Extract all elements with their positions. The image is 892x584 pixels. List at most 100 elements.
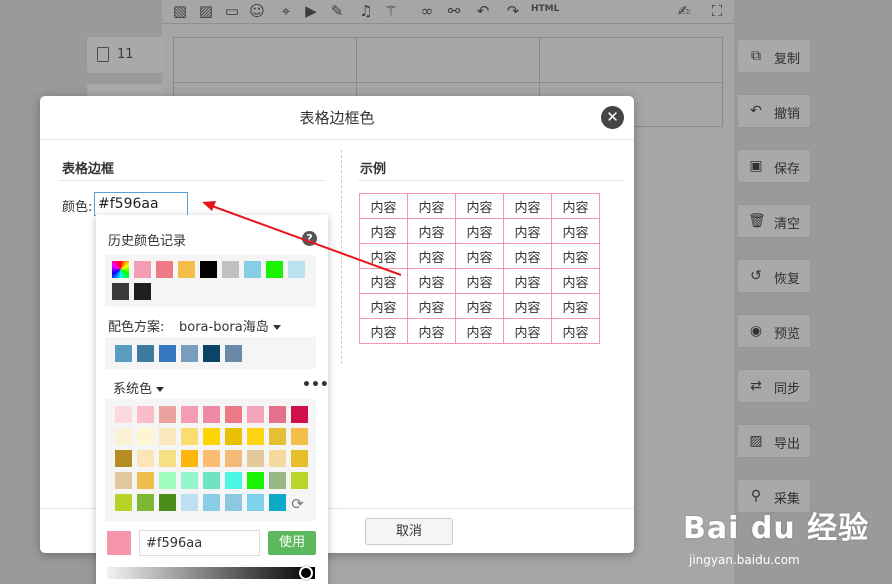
alpha-slider[interactable] [107, 567, 315, 579]
color-swatch[interactable] [178, 261, 195, 278]
color-swatch[interactable] [247, 472, 264, 489]
color-swatch[interactable] [244, 261, 261, 278]
color-swatch[interactable] [225, 345, 242, 362]
save-button[interactable]: ▣ 保存 [737, 149, 811, 183]
color-swatch[interactable] [134, 283, 151, 300]
color-swatch[interactable] [115, 345, 132, 362]
color-swatch[interactable] [291, 406, 308, 423]
color-swatch[interactable] [269, 472, 286, 489]
color-swatch[interactable] [225, 494, 242, 511]
scheme-select[interactable]: bora-bora海岛 [179, 316, 281, 335]
color-swatch[interactable] [269, 428, 286, 445]
color-swatch[interactable] [137, 428, 154, 445]
color-swatch[interactable] [134, 261, 151, 278]
color-swatch[interactable] [247, 428, 264, 445]
hex-input[interactable] [139, 530, 260, 556]
color-swatch[interactable] [222, 261, 239, 278]
color-swatch[interactable] [181, 428, 198, 445]
color-swatch[interactable] [247, 494, 264, 511]
color-input[interactable] [94, 192, 188, 216]
sync-button[interactable]: ⇄ 同步 [737, 369, 811, 403]
unlink-icon[interactable]: ⚯ [445, 2, 463, 20]
preview-button[interactable]: ◉ 预览 [737, 314, 811, 348]
color-swatch[interactable] [137, 472, 154, 489]
color-swatch[interactable] [266, 261, 283, 278]
document-tab[interactable]: 11 [87, 37, 162, 73]
color-swatch[interactable] [269, 406, 286, 423]
color-swatch[interactable] [112, 283, 129, 300]
color-swatch[interactable] [115, 428, 132, 445]
color-swatch[interactable] [203, 494, 220, 511]
video-icon[interactable]: ▶ [302, 2, 320, 20]
example-cell: 内容 [551, 268, 600, 294]
image-icon[interactable]: ▧ [171, 2, 189, 20]
color-swatch[interactable] [225, 406, 242, 423]
close-icon[interactable]: ✕ [601, 106, 624, 129]
color-swatch[interactable] [225, 472, 242, 489]
export-button[interactable]: ▨ 导出 [737, 424, 811, 458]
redo-arrow-icon[interactable]: ↷ [504, 2, 522, 20]
color-swatch[interactable] [181, 450, 198, 467]
color-swatch[interactable] [159, 472, 176, 489]
link-icon[interactable]: ∞ [418, 2, 436, 20]
help-icon[interactable]: ? [302, 231, 317, 246]
color-swatch[interactable] [137, 345, 154, 362]
color-swatch[interactable] [269, 450, 286, 467]
color-swatch[interactable] [203, 406, 220, 423]
use-button[interactable]: 使用 [268, 531, 316, 555]
color-swatch[interactable] [156, 261, 173, 278]
restore-button[interactable]: ↺ 恢复 [737, 259, 811, 293]
color-swatch[interactable] [225, 450, 242, 467]
map-icon[interactable]: ⌖ [277, 2, 295, 20]
color-swatch[interactable] [115, 406, 132, 423]
multi-image-icon[interactable]: ▨ [197, 2, 215, 20]
html-mode-button[interactable]: HTML [531, 4, 559, 14]
fullscreen-icon[interactable]: ⛶ [708, 2, 726, 20]
color-swatch[interactable] [203, 472, 220, 489]
color-swatch[interactable] [291, 450, 308, 467]
magic-wand-icon[interactable]: ⚚ [382, 2, 400, 20]
color-swatch[interactable] [269, 494, 286, 511]
color-swatch[interactable] [159, 494, 176, 511]
edit-mode-icon[interactable]: ✍ [675, 2, 693, 20]
color-swatch[interactable] [112, 261, 129, 278]
color-swatch[interactable] [247, 406, 264, 423]
color-swatch[interactable] [225, 428, 242, 445]
clear-button[interactable]: 🗑 清空 [737, 204, 811, 238]
undo-arrow-icon[interactable]: ↶ [474, 2, 492, 20]
color-swatch[interactable] [203, 450, 220, 467]
color-swatch[interactable] [181, 472, 198, 489]
copy-button[interactable]: ⧉ 复制 [737, 39, 811, 73]
color-swatch[interactable] [159, 345, 176, 362]
example-cell: 内容 [503, 293, 552, 319]
color-swatch[interactable] [181, 345, 198, 362]
color-swatch[interactable] [115, 450, 132, 467]
music-icon[interactable]: ♫ [357, 2, 375, 20]
color-swatch[interactable] [203, 345, 220, 362]
color-swatch[interactable] [288, 261, 305, 278]
undo-button[interactable]: ↶ 撤销 [737, 94, 811, 128]
system-colors-select[interactable]: 系统色 [113, 378, 165, 397]
color-swatch[interactable] [181, 406, 198, 423]
color-swatch[interactable] [115, 494, 132, 511]
color-swatch[interactable] [181, 494, 198, 511]
color-swatch[interactable] [159, 406, 176, 423]
refresh-icon[interactable]: ⟳ [289, 496, 306, 513]
color-swatch[interactable] [247, 450, 264, 467]
color-swatch[interactable] [137, 406, 154, 423]
color-swatch[interactable] [203, 428, 220, 445]
color-swatch[interactable] [159, 450, 176, 467]
color-swatch[interactable] [115, 472, 132, 489]
emoji-icon[interactable]: ☺ [248, 2, 266, 20]
brush-icon[interactable]: ✎ [328, 2, 346, 20]
cancel-button[interactable]: 取消 [365, 518, 453, 545]
frame-icon[interactable]: ▭ [223, 2, 241, 20]
color-swatch[interactable] [200, 261, 217, 278]
color-swatch[interactable] [137, 494, 154, 511]
color-swatch[interactable] [159, 428, 176, 445]
color-swatch[interactable] [291, 428, 308, 445]
alpha-slider-handle[interactable] [299, 566, 313, 580]
more-icon[interactable]: ••• [302, 377, 329, 393]
color-swatch[interactable] [291, 472, 308, 489]
color-swatch[interactable] [137, 450, 154, 467]
